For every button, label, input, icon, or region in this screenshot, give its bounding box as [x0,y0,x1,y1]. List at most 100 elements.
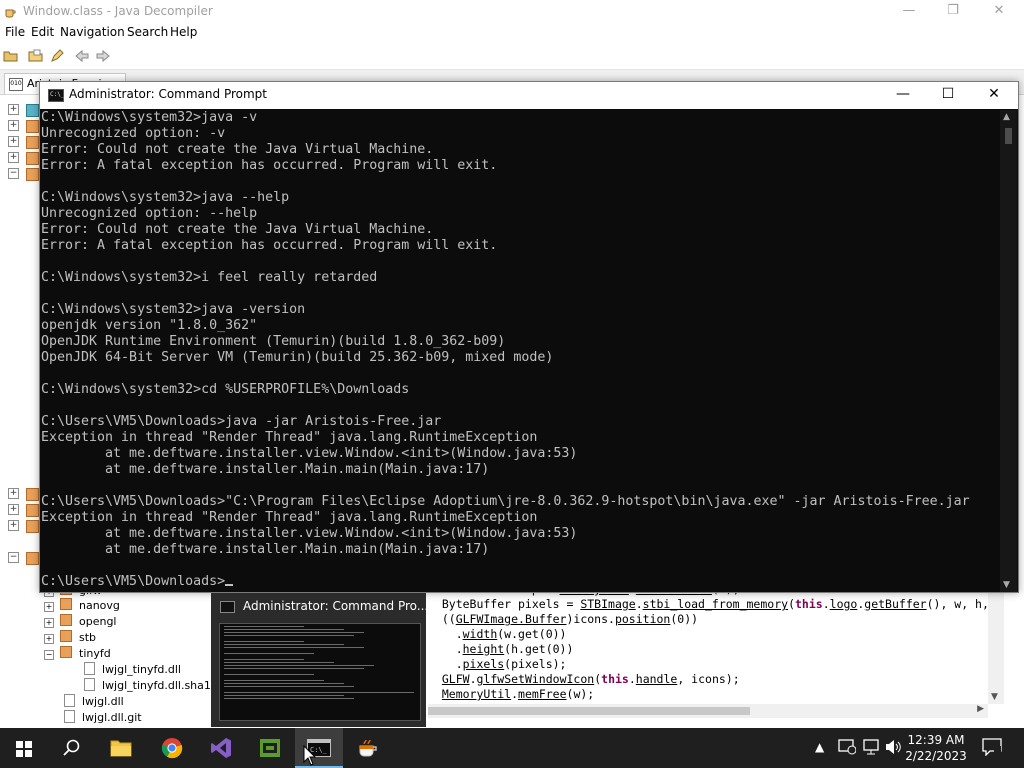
file-icon [84,662,95,675]
open-folder-icon[interactable] [28,48,44,64]
menu-edit[interactable]: Edit [31,25,54,39]
cmd-title-bar[interactable]: Administrator: Command Prompt — ☐ ✕ [40,82,1018,109]
tree-expander[interactable]: + [8,136,19,147]
taskbar-file-explorer[interactable] [97,728,145,768]
jd-horizontal-scrollbar[interactable]: ▶ [428,704,988,718]
menu-navigation[interactable]: Navigation [60,25,125,39]
show-hidden-icons-icon[interactable]: ▲ [815,740,824,754]
package-icon [26,152,39,165]
jd-close-button[interactable]: ✕ [976,0,1022,24]
taskbar-chrome[interactable] [148,728,196,768]
forward-arrow-icon[interactable] [95,48,111,64]
cmd-close-button[interactable]: ✕ [971,82,1017,109]
menu-file[interactable]: File [5,25,25,39]
scroll-down-icon[interactable]: ▼ [1003,580,1010,590]
tree-item-lwjgl-tinyfd-dll[interactable]: lwjgl_tinyfd.dll [84,662,181,676]
open-file-icon[interactable] [3,48,19,64]
scroll-up-icon[interactable]: ▲ [1003,112,1010,122]
search-button[interactable] [48,728,96,768]
tree-expander[interactable]: + [8,488,19,499]
taskbar-thumbnail-preview[interactable]: Administrator: Command Pro... [211,593,429,727]
jd-menu-bar: File Edit Navigation Search Help [0,24,1024,42]
package-icon [26,552,39,565]
code-line: .pixels(pixels); [428,657,567,671]
tree-item-lwjgl-dll-git[interactable]: lwjgl.dll.git [64,710,142,724]
start-button[interactable] [0,728,48,768]
package-icon [26,104,39,117]
action-center-icon[interactable] [982,738,1002,756]
tree-expander[interactable]: + [8,104,19,115]
cmd-maximize-button[interactable]: ☐ [925,82,971,109]
taskbar: C:\_ ▲ 12:39 AM 2/22/2023 [0,728,1024,768]
command-prompt-window[interactable]: Administrator: Command Prompt — ☐ ✕ C:\W… [39,81,1019,593]
preview-image[interactable] [219,623,421,721]
cmd-scrollbar[interactable]: ▲ ▼ [1000,110,1017,592]
visual-studio-icon [211,738,231,758]
code-line: .height(h.get(0)) [428,642,574,656]
tree-item-lwjgl-tinyfd-sha1[interactable]: lwjgl_tinyfd.dll.sha1 [84,678,211,692]
tree-expander[interactable]: − [8,552,19,563]
taskbar-clock[interactable]: 12:39 AM 2/22/2023 [900,732,972,764]
tree-item-opengl[interactable]: + opengl [44,614,117,628]
menu-help[interactable]: Help [170,25,197,39]
package-icon [26,504,39,517]
java-cup-icon [5,9,16,18]
package-icon [26,488,39,501]
back-arrow-icon[interactable] [74,48,90,64]
notification-area-icon[interactable] [838,739,856,755]
taskbar-java[interactable] [344,728,392,768]
mouse-cursor-icon [303,745,317,766]
menu-search[interactable]: Search [127,25,168,39]
taskbar-visual-studio[interactable] [197,728,245,768]
tree-item-nanovg[interactable]: + nanovg [44,598,120,612]
minecraft-icon [260,739,280,757]
package-icon [60,646,72,658]
java-icon [359,739,377,757]
package-icon [26,520,39,533]
package-icon [26,120,39,133]
package-icon [26,136,39,149]
jd-title-bar: Window.class - Java Decompiler — ❐ ✕ [0,0,1024,24]
command-prompt-icon [48,89,64,102]
tree-expander[interactable]: + [8,152,19,163]
code-line: ((GLFWImage.Buffer)icons.position(0)) [428,612,699,626]
command-prompt-icon [220,601,235,613]
tree-item-tinyfd[interactable]: − tinyfd [44,646,111,660]
edit-icon[interactable] [49,48,65,64]
jd-vertical-scrollbar[interactable]: ▼ [988,582,1004,704]
file-icon [84,678,95,691]
start-icon [16,741,32,757]
scroll-thumb[interactable] [428,707,750,715]
tree-expander[interactable]: + [8,504,19,515]
console-output: C:\Windows\system32>java -v Unrecognized… [41,110,970,589]
cmd-minimize-button[interactable]: — [880,82,926,109]
text-cursor [225,584,234,586]
network-icon[interactable] [862,739,880,755]
scroll-thumb[interactable] [1005,128,1012,144]
jd-maximize-button[interactable]: ❐ [930,0,976,24]
package-icon [26,168,39,181]
code-line: .width(w.get(0)) [428,627,567,641]
tree-expander[interactable]: + [8,520,19,531]
taskbar-minecraft[interactable] [246,728,294,768]
tree-expander[interactable]: + [8,120,19,131]
jd-minimize-button[interactable]: — [886,0,932,24]
package-icon [60,614,72,626]
file-icon [64,694,75,707]
tree-expander[interactable]: − [8,168,19,179]
code-line: ByteBuffer pixels = STBImage.stbi_load_f… [428,597,988,611]
package-icon [60,598,72,610]
jd-source-view[interactable]: IntBuffer comp = MemoryUtil.memAllocInt(… [428,582,988,704]
scroll-down-icon[interactable]: ▼ [991,692,998,702]
file-icon [64,710,75,723]
preview-title: Administrator: Command Pro... [243,599,429,613]
cmd-console[interactable]: C:\Windows\system32>java -v Unrecognized… [40,110,998,592]
jar-icon: 010 [9,78,23,91]
scroll-right-icon[interactable]: ▶ [977,704,984,714]
clock-time: 12:39 AM [907,733,965,747]
tree-item-lwjgl-dll[interactable]: lwjgl.dll [64,694,124,708]
tree-item-stb[interactable]: + stb [44,630,96,644]
search-icon [63,739,80,756]
cmd-title: Administrator: Command Prompt [69,87,267,101]
package-icon [60,630,72,642]
